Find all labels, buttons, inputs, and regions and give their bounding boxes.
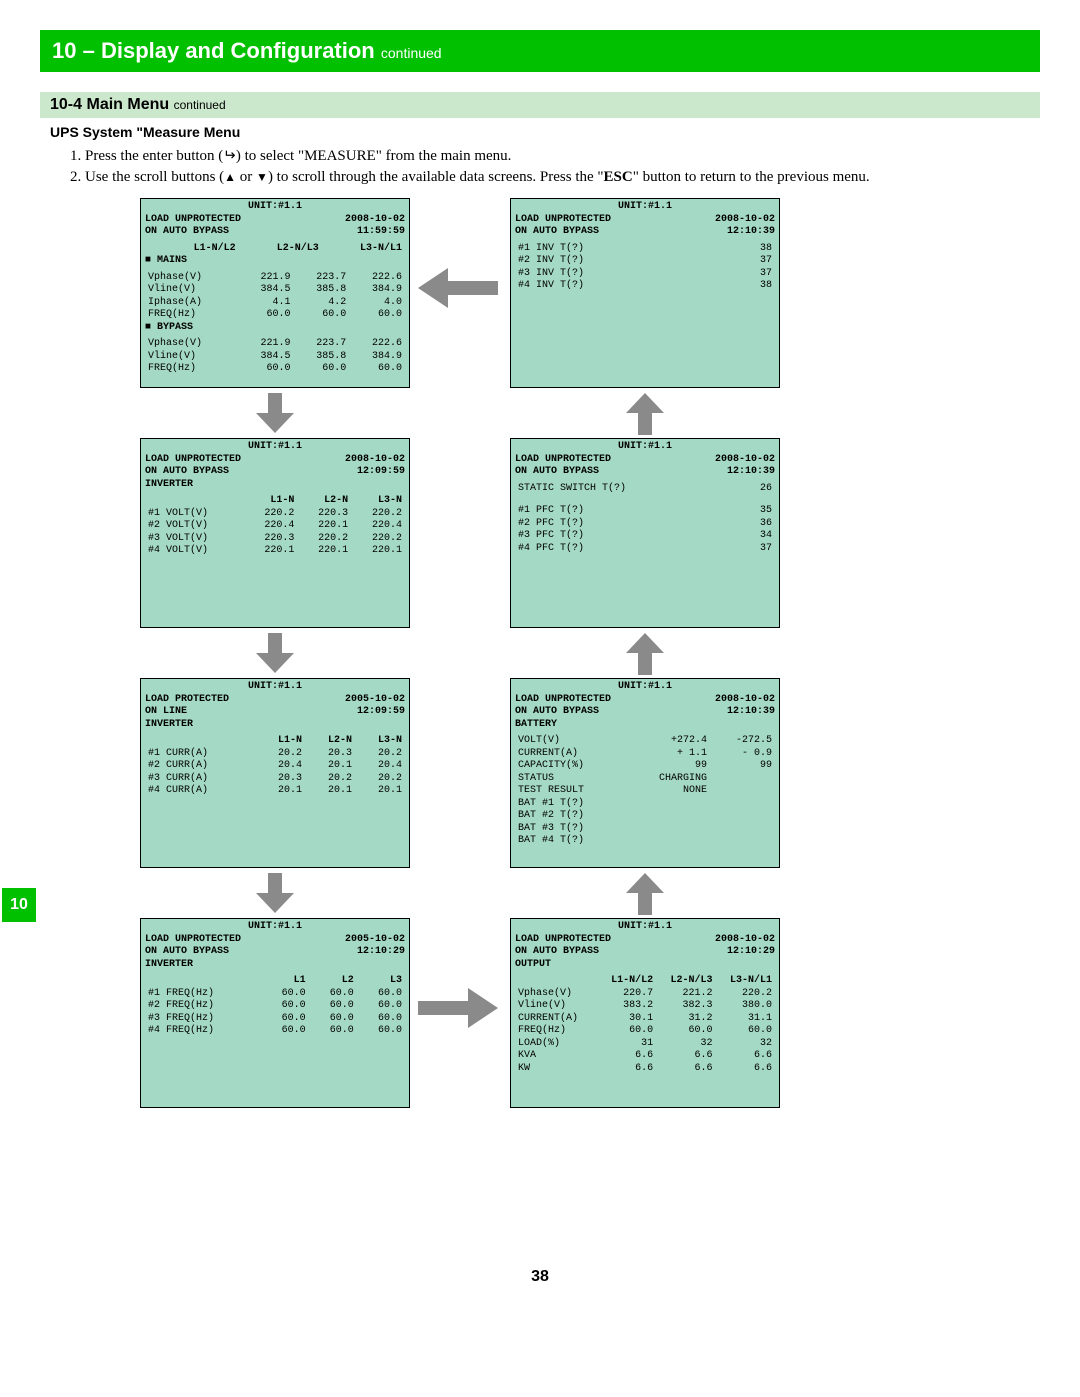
screen-inv-temp: UNIT:#1.1 LOAD UNPROTECTED2008-10-02 ON … <box>510 198 780 388</box>
screen-output: UNIT:#1.1 LOAD UNPROTECTED2008-10-02 ON … <box>510 918 780 1108</box>
side-tab: 10 <box>2 888 36 922</box>
screen-inverter-curr: UNIT:#1.1 LOAD PROTECTED2005-10-02 ON LI… <box>140 678 410 868</box>
screens-diagram: 10 UNIT:#1.1 LOAD UNPROTECTED2008-10-02 … <box>40 198 1040 1258</box>
section-title-text: Display and Configuration <box>101 38 375 63</box>
arrow-up-icon <box>620 873 670 915</box>
screen-mains-bypass: UNIT:#1.1 LOAD UNPROTECTED2008-10-02 ON … <box>140 198 410 388</box>
screen-inverter-volt: UNIT:#1.1 LOAD UNPROTECTED2008-10-02 ON … <box>140 438 410 628</box>
arrow-up-icon <box>620 393 670 435</box>
arrow-left-icon <box>418 268 498 308</box>
screen-battery: UNIT:#1.1 LOAD UNPROTECTED2008-10-02 ON … <box>510 678 780 868</box>
arrow-up-icon <box>620 633 670 675</box>
measure-menu-heading: UPS System "Measure Menu <box>50 124 1040 140</box>
subsection-bar: 10-4 Main Menu continued <box>40 92 1040 118</box>
continued-label-2: continued <box>174 98 226 112</box>
enter-icon: ↵ <box>223 146 236 167</box>
subsection-number: 10-4 <box>50 96 82 113</box>
section-title: 10 – Display and Configuration continued <box>40 30 1040 72</box>
section-number: 10 <box>52 38 76 63</box>
page-number: 38 <box>40 1268 1040 1286</box>
arrow-right-icon <box>418 988 498 1028</box>
up-triangle-icon: ▲ <box>224 170 236 184</box>
subsection-title: Main Menu <box>86 96 169 113</box>
screen-inverter-freq: UNIT:#1.1 LOAD UNPROTECTED2005-10-02 ON … <box>140 918 410 1108</box>
screen-pfc-temp: UNIT:#1.1 LOAD UNPROTECTED2008-10-02 ON … <box>510 438 780 628</box>
continued-label: continued <box>381 45 442 61</box>
arrow-down-icon <box>250 873 300 915</box>
step-1: 1. Press the enter button (↵) to select … <box>70 146 1040 167</box>
arrow-down-icon <box>250 393 300 435</box>
arrow-down-icon <box>250 633 300 675</box>
step-2: 2. Use the scroll buttons (▲ or ▼) to sc… <box>70 167 1040 188</box>
down-triangle-icon: ▼ <box>256 170 268 184</box>
